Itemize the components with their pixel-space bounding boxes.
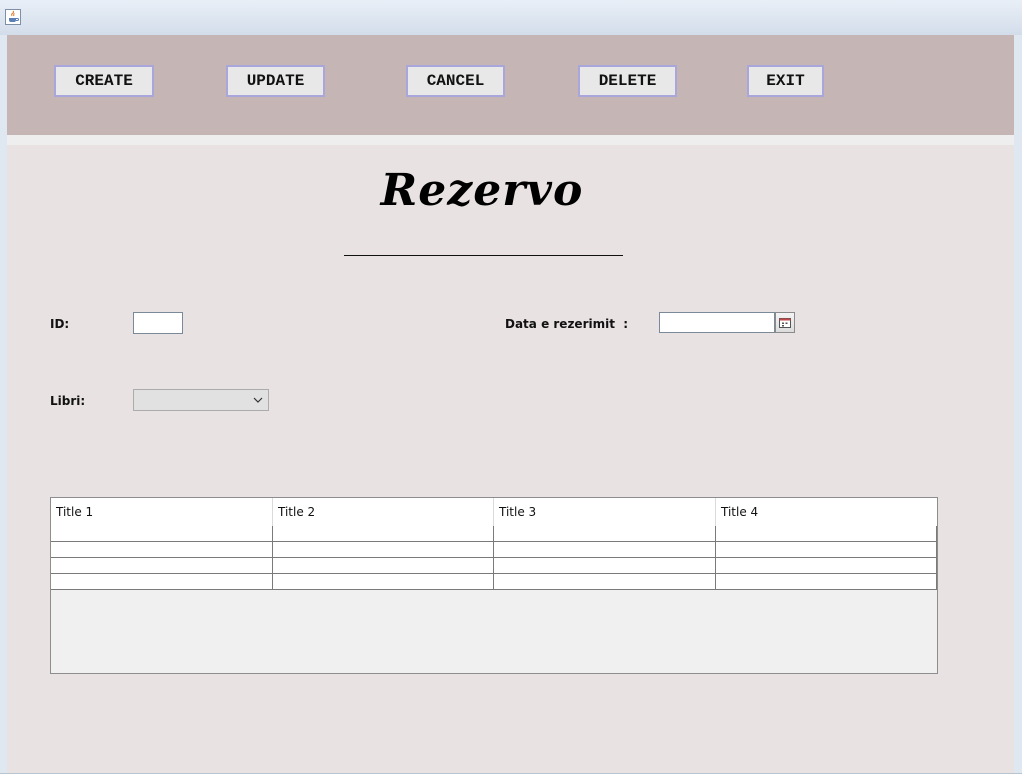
libri-dropdown[interactable] bbox=[133, 389, 269, 411]
exit-button[interactable]: EXIT bbox=[747, 65, 824, 97]
window-frame-left bbox=[0, 35, 7, 774]
cancel-button[interactable]: CANCEL bbox=[406, 65, 505, 97]
data-table: Title 1 Title 2 Title 3 Title 4 bbox=[50, 497, 938, 674]
title-underline bbox=[344, 255, 623, 256]
table-cell[interactable] bbox=[273, 558, 494, 573]
date-label: Data e rezerimit : bbox=[505, 317, 629, 331]
table-cell[interactable] bbox=[273, 542, 494, 557]
column-header-title-1[interactable]: Title 1 bbox=[51, 498, 273, 526]
table-cell[interactable] bbox=[51, 526, 273, 541]
chevron-down-icon bbox=[253, 397, 263, 403]
table-cell[interactable] bbox=[273, 526, 494, 541]
column-header-title-4[interactable]: Title 4 bbox=[716, 498, 937, 526]
create-button[interactable]: CREATE bbox=[54, 65, 154, 97]
java-cup-icon[interactable] bbox=[5, 9, 21, 25]
table-cell[interactable] bbox=[716, 526, 937, 541]
libri-label: Libri: bbox=[50, 394, 86, 408]
column-header-title-3[interactable]: Title 3 bbox=[494, 498, 716, 526]
id-label: ID: bbox=[50, 317, 70, 331]
calendar-button[interactable] bbox=[775, 312, 795, 333]
column-header-title-2[interactable]: Title 2 bbox=[273, 498, 494, 526]
table-row[interactable] bbox=[51, 574, 937, 590]
calendar-icon bbox=[779, 317, 791, 328]
date-field[interactable] bbox=[659, 312, 775, 333]
toolbar-separator bbox=[7, 135, 1014, 145]
window-titlebar bbox=[0, 0, 1022, 35]
table-row[interactable] bbox=[51, 526, 937, 542]
delete-button[interactable]: DELETE bbox=[578, 65, 677, 97]
table-cell[interactable] bbox=[716, 574, 937, 589]
main-panel: CREATE UPDATE CANCEL DELETE EXIT Rezervo… bbox=[7, 35, 1014, 773]
table-header: Title 1 Title 2 Title 3 Title 4 bbox=[51, 498, 937, 527]
table-cell[interactable] bbox=[51, 574, 273, 589]
table-cell[interactable] bbox=[716, 542, 937, 557]
table-cell[interactable] bbox=[51, 542, 273, 557]
table-cell[interactable] bbox=[494, 526, 716, 541]
update-button[interactable]: UPDATE bbox=[226, 65, 325, 97]
page-title: Rezervo bbox=[380, 165, 584, 216]
id-field[interactable] bbox=[133, 312, 183, 334]
table-cell[interactable] bbox=[273, 574, 494, 589]
table-body bbox=[51, 526, 937, 590]
table-cell[interactable] bbox=[494, 574, 716, 589]
toolbar: CREATE UPDATE CANCEL DELETE EXIT bbox=[7, 35, 1014, 135]
table-cell[interactable] bbox=[51, 558, 273, 573]
table-row[interactable] bbox=[51, 558, 937, 574]
table-cell[interactable] bbox=[494, 542, 716, 557]
window-frame-right bbox=[1015, 35, 1022, 774]
table-cell[interactable] bbox=[494, 558, 716, 573]
table-cell[interactable] bbox=[716, 558, 937, 573]
table-row[interactable] bbox=[51, 542, 937, 558]
